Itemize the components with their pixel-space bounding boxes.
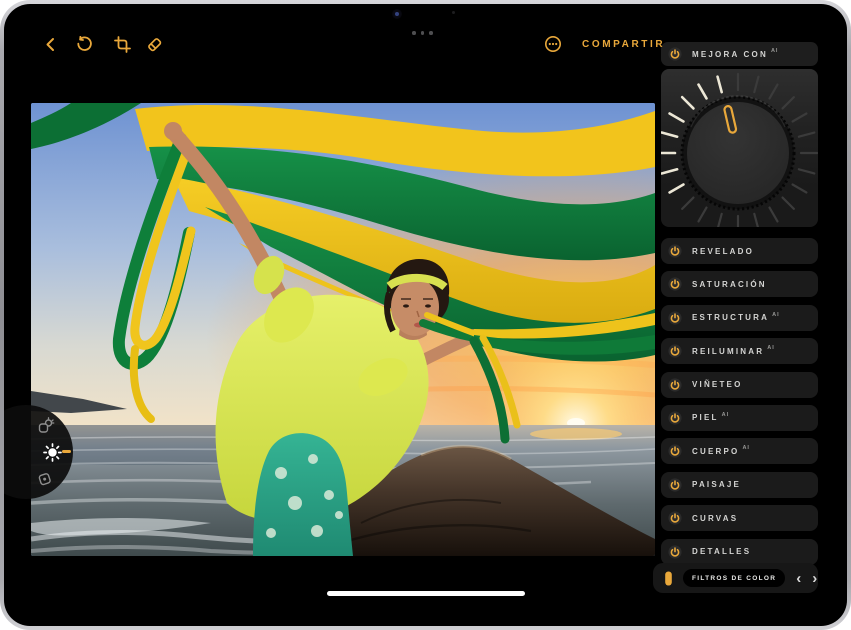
power-toggle-icon[interactable] — [668, 311, 682, 325]
power-toggle-icon[interactable] — [668, 411, 682, 425]
power-toggle-icon[interactable] — [668, 545, 682, 559]
power-toggle-icon[interactable] — [668, 244, 682, 258]
adjustment-row[interactable]: CURVAS — [661, 505, 818, 531]
adjustment-label: CURVAS — [692, 514, 738, 523]
enhance-power-icon[interactable] — [668, 47, 682, 61]
adjustment-row[interactable]: CUERPOAI — [661, 438, 818, 464]
undo-icon[interactable] — [75, 36, 92, 53]
adjustment-row[interactable]: VIÑETEO — [661, 372, 818, 398]
adjustment-label: VIÑETEO — [692, 380, 743, 389]
adjustment-label: ESTRUCTURA — [692, 313, 769, 322]
mic-dot — [452, 11, 455, 14]
adjustment-row[interactable]: REILUMINARAI — [661, 338, 818, 364]
adjustment-label: PAISAJE — [692, 480, 741, 489]
power-toggle-icon[interactable] — [668, 478, 682, 492]
front-camera — [392, 9, 402, 19]
home-indicator[interactable] — [327, 591, 525, 596]
ipad-frame: COMPARTIR — [0, 0, 851, 630]
multitasking-dots-icon[interactable] — [412, 31, 433, 35]
enhance-header[interactable]: MEJORA CONAI — [661, 42, 818, 66]
adjustment-row[interactable]: PAISAJE — [661, 472, 818, 498]
adjustment-label: SATURACIÓN — [692, 280, 767, 289]
selective-light-icon[interactable] — [37, 417, 55, 440]
filter-next-icon[interactable]: › — [812, 571, 817, 586]
power-toggle-icon[interactable] — [668, 511, 682, 525]
color-filters-button[interactable]: FILTROS DE COLOR — [683, 569, 785, 587]
ipad-screen: COMPARTIR — [4, 4, 847, 626]
power-toggle-icon[interactable] — [668, 277, 682, 291]
adjustment-row[interactable]: SATURACIÓN — [661, 271, 818, 297]
more-options-icon[interactable] — [544, 35, 562, 53]
adjustment-label: DETALLES — [692, 547, 751, 556]
adjustment-ai-sup: AI — [767, 345, 775, 351]
adjustment-row[interactable]: REVELADO — [661, 238, 818, 264]
radial-selection-tick — [62, 450, 71, 453]
adjustment-list: REVELADO SATURACIÓN ESTRUCTURAAI — [661, 238, 818, 565]
adjustment-ai-sup: AI — [772, 312, 780, 318]
adjustment-label: REILUMINAR — [692, 347, 764, 356]
back-icon[interactable] — [42, 36, 59, 53]
share-button[interactable]: COMPARTIR — [582, 39, 665, 50]
enhance-dial-panel[interactable] — [661, 69, 818, 227]
brightness-icon[interactable] — [43, 443, 62, 467]
filter-bar: FILTROS DE COLOR ‹ › — [653, 563, 818, 593]
enhance-ai-sup: AI — [771, 48, 779, 54]
eraser-icon[interactable] — [146, 36, 163, 53]
filter-prev-icon[interactable]: ‹ — [796, 571, 801, 586]
power-toggle-icon[interactable] — [668, 378, 682, 392]
photo-canvas[interactable] — [31, 103, 655, 556]
color-swatch-icon[interactable] — [37, 470, 55, 493]
adjustment-label: CUERPO — [692, 447, 739, 456]
enhance-label: MEJORA CON — [692, 50, 768, 59]
adjustment-label: PIEL — [692, 413, 719, 422]
filter-intensity-icon[interactable] — [663, 570, 674, 587]
adjustment-row[interactable]: ESTRUCTURAAI — [661, 305, 818, 331]
adjustment-ai-sup: AI — [722, 412, 730, 418]
adjustment-row[interactable]: PIELAI — [661, 405, 818, 431]
power-toggle-icon[interactable] — [668, 344, 682, 358]
crop-icon[interactable] — [114, 36, 131, 53]
adjustment-ai-sup: AI — [742, 445, 750, 451]
adjustment-row[interactable]: DETALLES — [661, 539, 818, 565]
adjustment-label: REVELADO — [692, 247, 754, 256]
power-toggle-icon[interactable] — [668, 444, 682, 458]
